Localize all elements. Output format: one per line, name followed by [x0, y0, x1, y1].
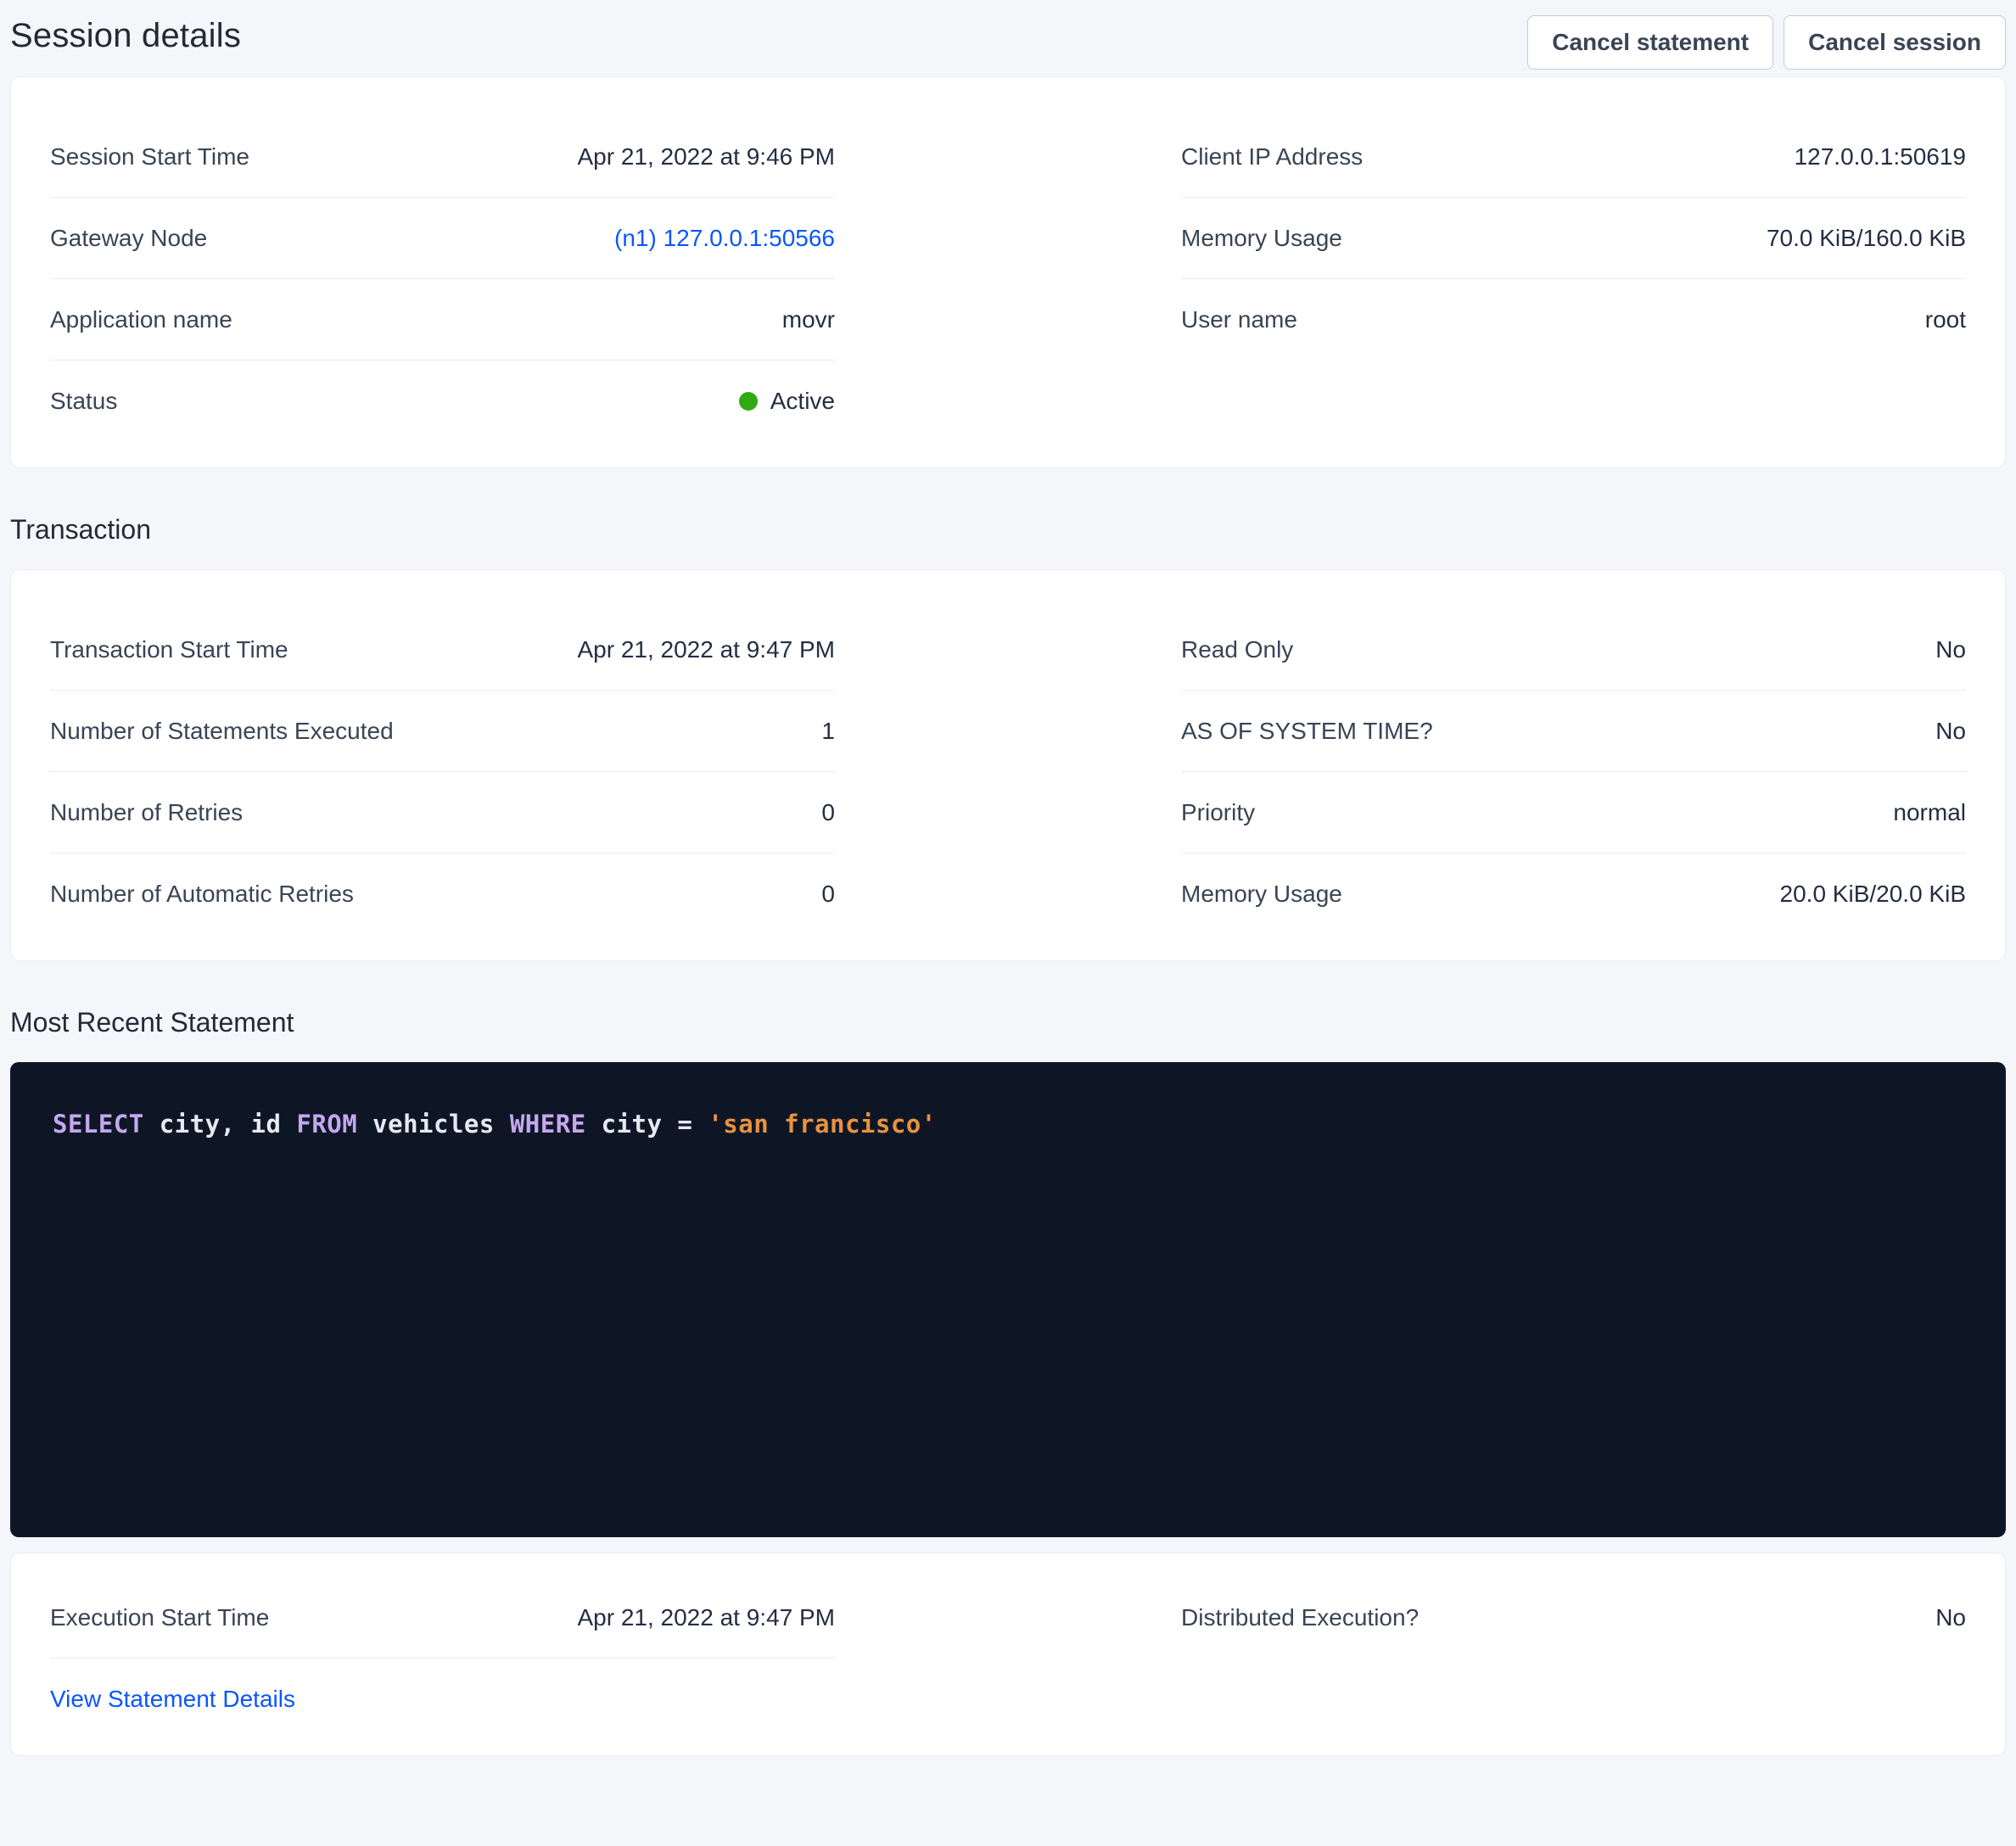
- sql-statement-box: SELECT city, id FROM vehicles WHERE city…: [10, 1062, 2006, 1537]
- sql-token-where: WHERE: [510, 1110, 586, 1138]
- sql-token-select: SELECT: [53, 1110, 144, 1138]
- cancel-session-button[interactable]: Cancel session: [1784, 15, 2006, 70]
- execution-right-column: Distributed Execution? No: [1181, 1577, 1966, 1740]
- status-active-text: Active: [770, 388, 835, 415]
- transaction-left-column: Transaction Start Time Apr 21, 2022 at 9…: [50, 609, 835, 935]
- statements-executed-label: Number of Statements Executed: [50, 718, 394, 745]
- distributed-execution-value: No: [1935, 1604, 1966, 1631]
- sql-statement-text: SELECT city, id FROM vehicles WHERE city…: [53, 1110, 1963, 1138]
- view-statement-details-link[interactable]: View Statement Details: [50, 1686, 295, 1713]
- status-row: Status Active: [50, 361, 835, 442]
- client-ip-value: 127.0.0.1:50619: [1795, 143, 1966, 171]
- application-name-label: Application name: [50, 306, 232, 333]
- sql-token-from: FROM: [296, 1110, 357, 1138]
- sql-token-string-literal: 'san francisco': [708, 1110, 936, 1138]
- transaction-start-time-row: Transaction Start Time Apr 21, 2022 at 9…: [50, 609, 835, 691]
- number-of-retries-row: Number of Retries 0: [50, 772, 835, 853]
- priority-label: Priority: [1181, 799, 1255, 826]
- automatic-retries-row: Number of Automatic Retries 0: [50, 853, 835, 935]
- execution-start-time-label: Execution Start Time: [50, 1604, 269, 1631]
- transaction-start-time-label: Transaction Start Time: [50, 636, 288, 663]
- distributed-execution-label: Distributed Execution?: [1181, 1604, 1419, 1631]
- priority-row: Priority normal: [1181, 772, 1966, 853]
- execution-card: Execution Start Time Apr 21, 2022 at 9:4…: [10, 1552, 2006, 1756]
- session-memory-usage-label: Memory Usage: [1181, 225, 1342, 252]
- session-summary-left-column: Session Start Time Apr 21, 2022 at 9:46 …: [50, 116, 835, 442]
- automatic-retries-value: 0: [821, 881, 835, 908]
- statements-executed-row: Number of Statements Executed 1: [50, 691, 835, 772]
- as-of-system-time-label: AS OF SYSTEM TIME?: [1181, 718, 1433, 745]
- transaction-memory-usage-label: Memory Usage: [1181, 881, 1342, 908]
- automatic-retries-label: Number of Automatic Retries: [50, 881, 354, 908]
- page-title: Session details: [10, 15, 241, 55]
- session-details-page: Session details Cancel statement Cancel …: [0, 0, 2016, 1756]
- read-only-label: Read Only: [1181, 636, 1293, 663]
- distributed-execution-row: Distributed Execution? No: [1181, 1577, 1966, 1659]
- number-of-retries-label: Number of Retries: [50, 799, 243, 826]
- session-start-time-value: Apr 21, 2022 at 9:46 PM: [577, 143, 835, 171]
- number-of-retries-value: 0: [821, 799, 835, 826]
- status-active-dot-icon: [739, 392, 758, 411]
- user-name-row: User name root: [1181, 279, 1966, 361]
- status-label: Status: [50, 388, 117, 415]
- session-summary-right-column: Client IP Address 127.0.0.1:50619 Memory…: [1181, 116, 1966, 442]
- session-start-time-label: Session Start Time: [50, 143, 249, 171]
- transaction-right-column: Read Only No AS OF SYSTEM TIME? No Prior…: [1181, 609, 1966, 935]
- user-name-value: root: [1925, 306, 1966, 333]
- transaction-card: Transaction Start Time Apr 21, 2022 at 9…: [10, 569, 2006, 961]
- user-name-label: User name: [1181, 306, 1297, 333]
- as-of-system-time-value: No: [1935, 718, 1966, 745]
- client-ip-label: Client IP Address: [1181, 143, 1363, 171]
- page-header: Session details Cancel statement Cancel …: [10, 0, 2006, 76]
- statements-executed-value: 1: [821, 718, 835, 745]
- session-start-time-row: Session Start Time Apr 21, 2022 at 9:46 …: [50, 116, 835, 198]
- as-of-system-time-row: AS OF SYSTEM TIME? No: [1181, 691, 1966, 772]
- transaction-memory-usage-value: 20.0 KiB/20.0 KiB: [1780, 881, 1966, 908]
- most-recent-statement-heading: Most Recent Statement: [10, 1007, 2006, 1038]
- view-statement-details-row: View Statement Details: [50, 1659, 835, 1740]
- application-name-row: Application name movr: [50, 279, 835, 361]
- transaction-section-heading: Transaction: [10, 514, 2006, 545]
- execution-start-time-row: Execution Start Time Apr 21, 2022 at 9:4…: [50, 1577, 835, 1659]
- transaction-memory-usage-row: Memory Usage 20.0 KiB/20.0 KiB: [1181, 853, 1966, 935]
- gateway-node-label: Gateway Node: [50, 225, 207, 252]
- header-buttons: Cancel statement Cancel session: [1527, 15, 2006, 70]
- sql-token-columns: city, id: [144, 1110, 297, 1138]
- execution-start-time-value: Apr 21, 2022 at 9:47 PM: [577, 1604, 835, 1631]
- cancel-statement-button[interactable]: Cancel statement: [1527, 15, 1773, 70]
- session-memory-usage-row: Memory Usage 70.0 KiB/160.0 KiB: [1181, 198, 1966, 279]
- transaction-start-time-value: Apr 21, 2022 at 9:47 PM: [577, 636, 835, 663]
- client-ip-row: Client IP Address 127.0.0.1:50619: [1181, 116, 1966, 198]
- gateway-node-link[interactable]: (n1) 127.0.0.1:50566: [614, 225, 835, 252]
- priority-value: normal: [1893, 799, 1966, 826]
- read-only-value: No: [1935, 636, 1966, 663]
- sql-token-table: vehicles: [357, 1110, 510, 1138]
- sql-token-condition: city =: [586, 1110, 708, 1138]
- gateway-node-row: Gateway Node (n1) 127.0.0.1:50566: [50, 198, 835, 279]
- application-name-value: movr: [782, 306, 835, 333]
- session-summary-card: Session Start Time Apr 21, 2022 at 9:46 …: [10, 76, 2006, 468]
- read-only-row: Read Only No: [1181, 609, 1966, 691]
- execution-left-column: Execution Start Time Apr 21, 2022 at 9:4…: [50, 1577, 835, 1740]
- status-value: Active: [739, 388, 835, 415]
- session-memory-usage-value: 70.0 KiB/160.0 KiB: [1767, 225, 1966, 252]
